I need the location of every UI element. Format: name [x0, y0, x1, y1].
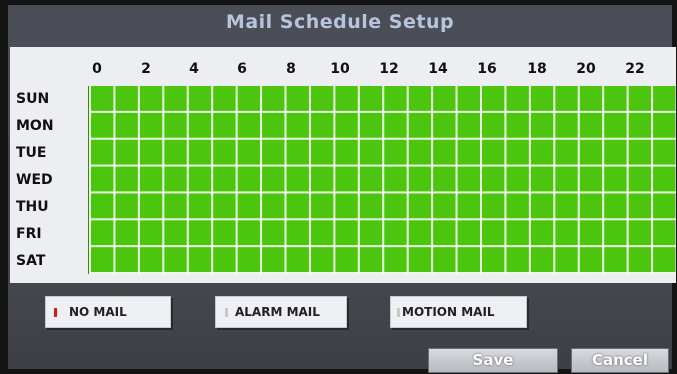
day-label-mon: MON [16, 118, 54, 134]
motion-mail-swatch [397, 307, 400, 317]
day-label-sat: SAT [16, 253, 46, 269]
cancel-button[interactable]: Cancel [571, 348, 669, 373]
hour-label: 8 [286, 61, 296, 77]
hour-label: 18 [527, 61, 547, 77]
hour-label: 6 [237, 61, 247, 77]
dialog-title: Mail Schedule Setup [225, 11, 455, 33]
day-label-sun: SUN [16, 91, 50, 107]
schedule-grid[interactable] [88, 86, 676, 274]
alarm-mail-button[interactable]: ALARM MAIL [215, 296, 347, 328]
day-label-fri: FRI [16, 226, 42, 242]
hour-label: 0 [92, 61, 102, 77]
hour-label: 2 [141, 61, 151, 77]
alarm-mail-swatch [225, 307, 228, 317]
no-mail-swatch [54, 307, 57, 317]
hour-label: 4 [189, 61, 199, 77]
save-button[interactable]: Save [428, 348, 558, 373]
hour-label: 22 [625, 61, 645, 77]
hour-label: 20 [576, 61, 596, 77]
no-mail-button[interactable]: NO MAIL [45, 296, 171, 328]
no-mail-label: NO MAIL [69, 305, 127, 319]
motion-mail-button[interactable]: MOTION MAIL [390, 296, 527, 328]
hour-label: 12 [379, 61, 399, 77]
hour-label: 14 [428, 61, 448, 77]
day-label-wed: WED [16, 172, 53, 188]
alarm-mail-label: ALARM MAIL [235, 305, 320, 319]
hour-label: 16 [477, 61, 497, 77]
day-label-tue: TUE [16, 145, 47, 161]
day-label-thu: THU [16, 199, 49, 215]
motion-mail-label: MOTION MAIL [402, 305, 495, 319]
hour-label: 10 [330, 61, 350, 77]
